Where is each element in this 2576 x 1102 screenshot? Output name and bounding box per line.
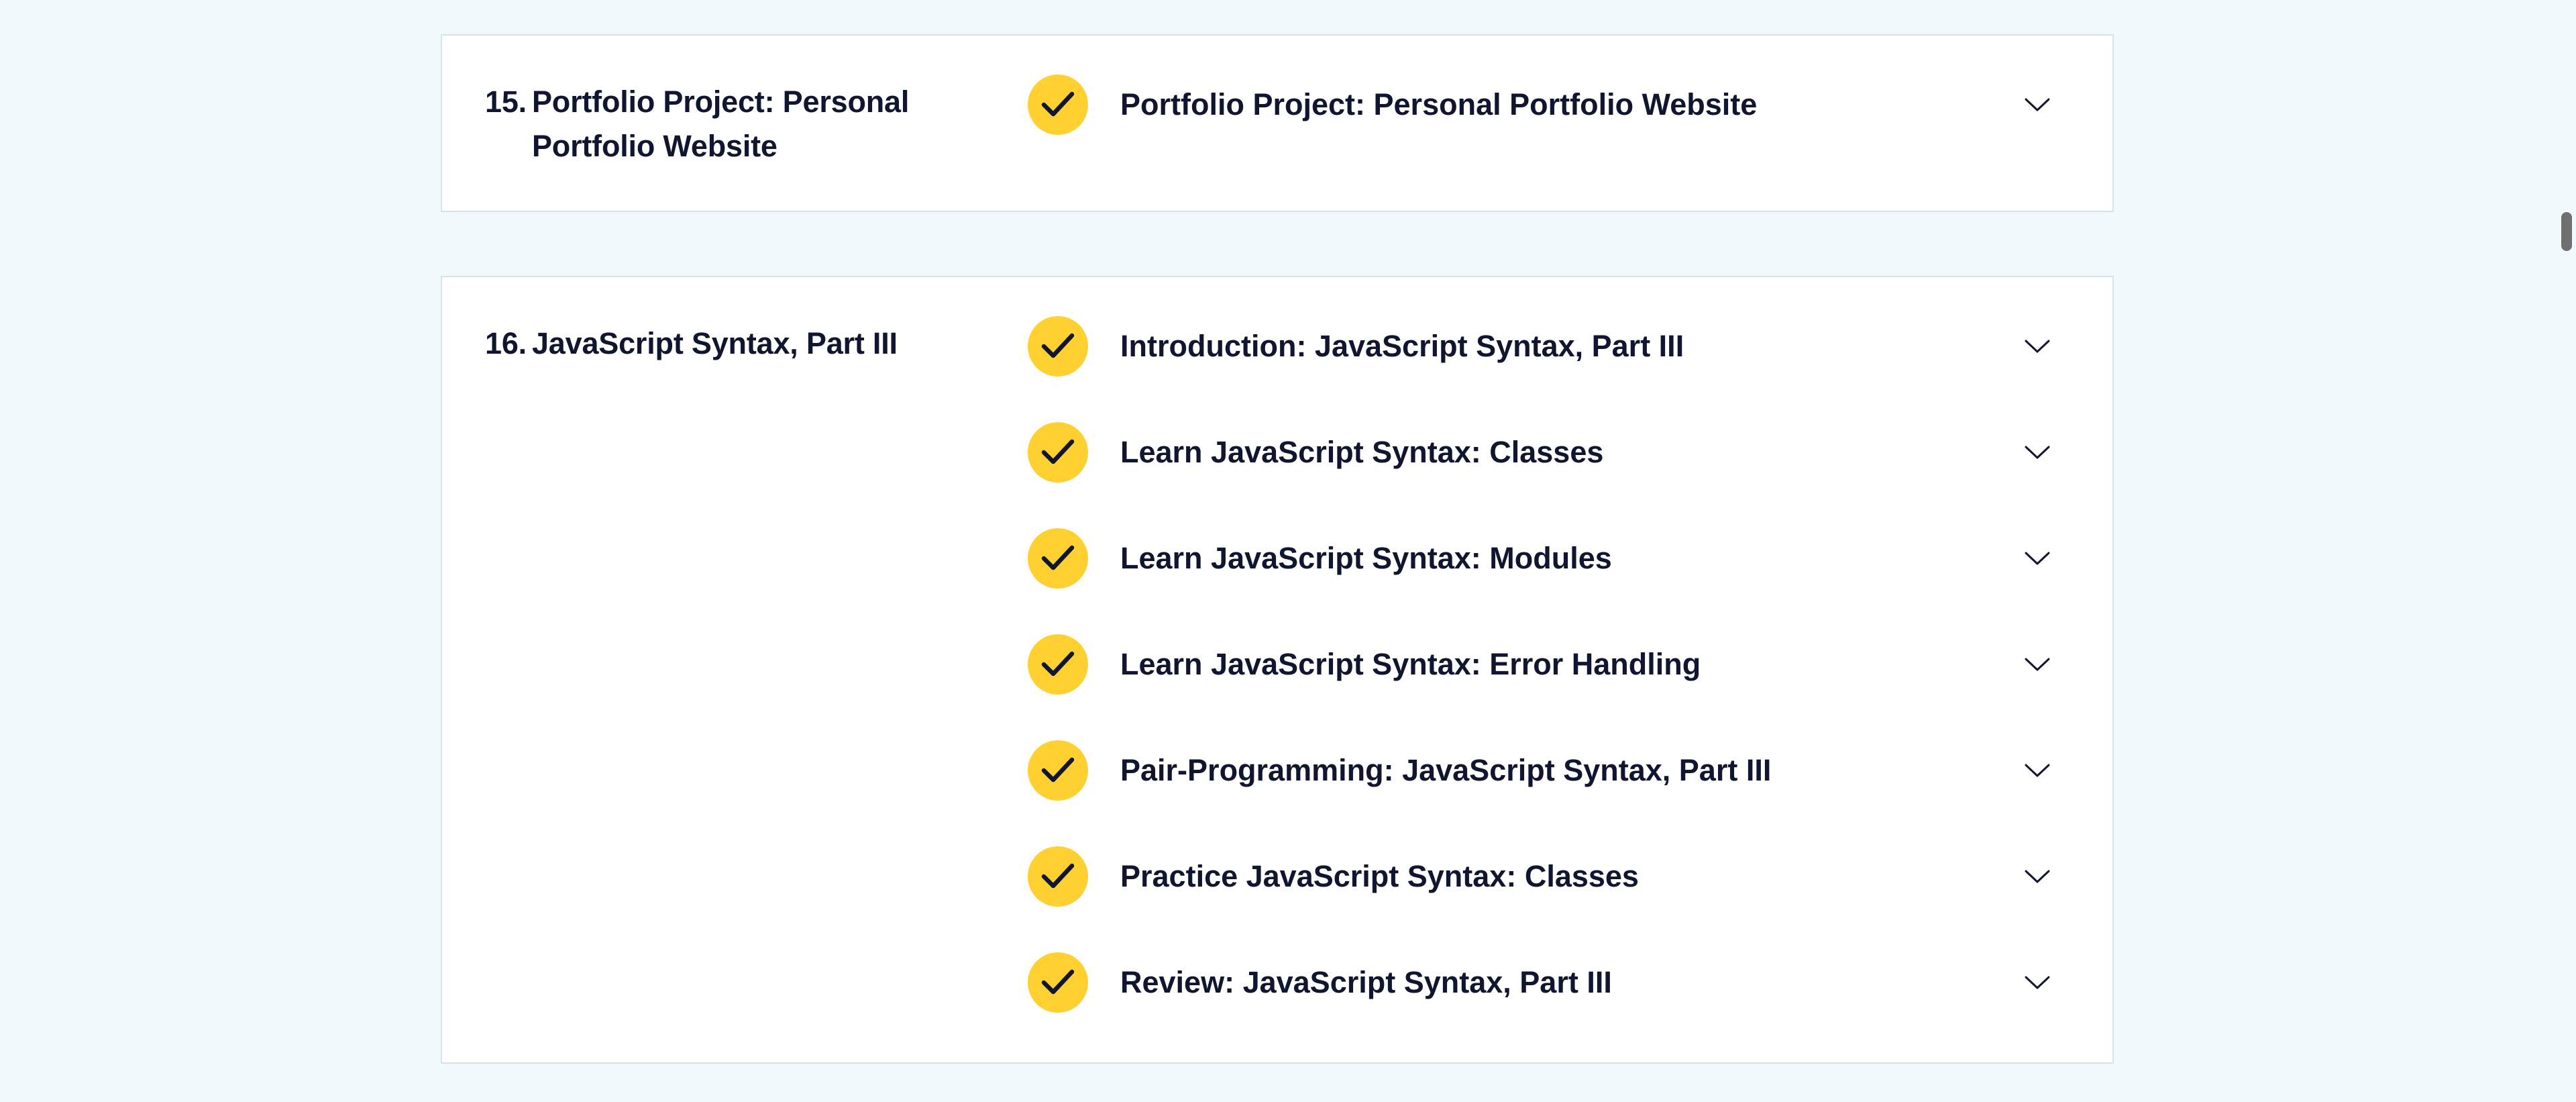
check-icon [1028, 422, 1088, 483]
syllabus-page: 15. Portfolio Project: Personal Portfoli… [0, 0, 2576, 1102]
module-heading: 15. Portfolio Project: Personal Portfoli… [485, 80, 914, 168]
lesson-title: Portfolio Project: Personal Portfolio We… [1120, 87, 1758, 121]
module-number: 16. [485, 326, 527, 360]
lesson-list: Introduction: JavaScript Syntax, Part II… [1028, 316, 2112, 1058]
lesson-title: Introduction: JavaScript Syntax, Part II… [1120, 329, 1684, 363]
chevron-down-icon[interactable] [2024, 545, 2051, 572]
lesson-title: Learn JavaScript Syntax: Error Handling [1120, 647, 1701, 681]
check-icon [1028, 952, 1088, 1013]
chevron-down-icon[interactable] [2024, 863, 2051, 890]
chevron-down-icon[interactable] [2024, 651, 2051, 678]
module-card-16: 16. JavaScript Syntax, Part III Introduc… [441, 276, 2114, 1064]
lesson-title: Pair-Programming: JavaScript Syntax, Par… [1120, 753, 1772, 787]
scrollbar-thumb[interactable] [2561, 212, 2572, 251]
chevron-down-icon[interactable] [2024, 969, 2051, 996]
chevron-down-icon[interactable] [2024, 333, 2051, 360]
lesson-item[interactable]: Learn JavaScript Syntax: Error Handling [1028, 634, 2112, 740]
lesson-title: Learn JavaScript Syntax: Classes [1120, 435, 1604, 469]
lesson-title: Practice JavaScript Syntax: Classes [1120, 859, 1639, 893]
check-icon [1028, 846, 1088, 907]
lesson-item[interactable]: Portfolio Project: Personal Portfolio We… [1028, 74, 2112, 181]
page-scrollbar[interactable] [2557, 0, 2576, 1102]
lesson-item[interactable]: Practice JavaScript Syntax: Classes [1028, 846, 2112, 952]
check-icon [1028, 316, 1088, 377]
lesson-title: Review: JavaScript Syntax, Part III [1120, 965, 1612, 999]
lesson-item[interactable]: Pair-Programming: JavaScript Syntax, Par… [1028, 740, 2112, 846]
lesson-item[interactable]: Introduction: JavaScript Syntax, Part II… [1028, 316, 2112, 422]
lesson-item[interactable]: Learn JavaScript Syntax: Classes [1028, 422, 2112, 528]
lesson-item[interactable]: Learn JavaScript Syntax: Modules [1028, 528, 2112, 634]
chevron-down-icon[interactable] [2024, 757, 2051, 784]
module-card-15: 15. Portfolio Project: Personal Portfoli… [441, 34, 2114, 212]
lesson-item[interactable]: Review: JavaScript Syntax, Part III [1028, 952, 2112, 1058]
chevron-down-icon[interactable] [2024, 439, 2051, 466]
check-icon [1028, 740, 1088, 801]
lesson-list: Portfolio Project: Personal Portfolio We… [1028, 74, 2112, 181]
module-heading: 16. JavaScript Syntax, Part III [485, 321, 914, 366]
module-title: Portfolio Project: Personal Portfolio We… [531, 85, 910, 163]
check-icon [1028, 528, 1088, 589]
lesson-title: Learn JavaScript Syntax: Modules [1120, 541, 1612, 575]
module-title: JavaScript Syntax, Part III [531, 326, 898, 360]
chevron-down-icon[interactable] [2024, 91, 2051, 118]
check-icon [1028, 74, 1088, 135]
module-number: 15. [485, 85, 527, 119]
check-icon [1028, 634, 1088, 695]
